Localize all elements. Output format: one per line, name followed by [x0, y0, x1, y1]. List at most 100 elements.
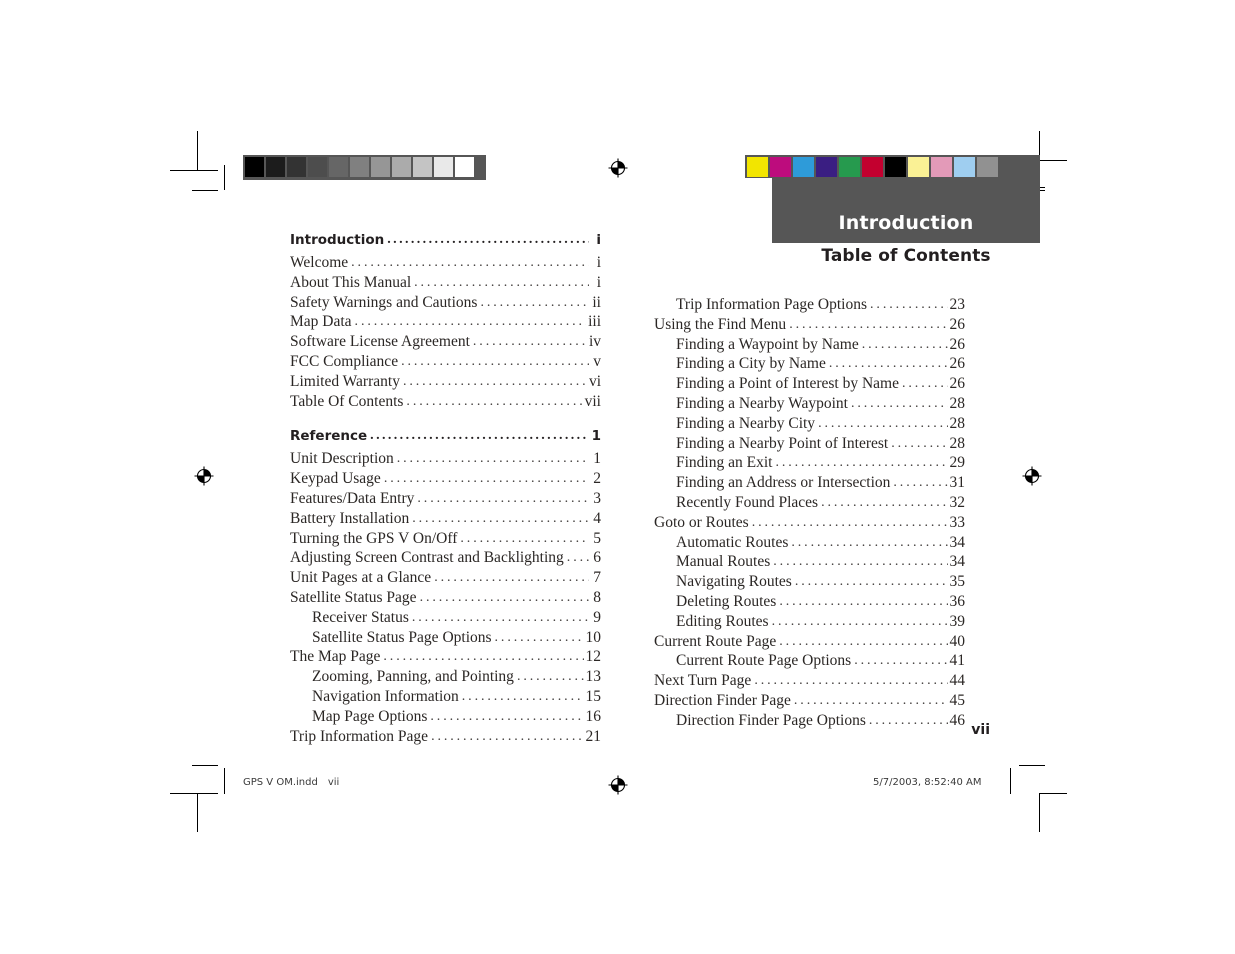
toc-entry-page-number: i [596, 254, 601, 271]
grayscale-swatch [308, 157, 327, 177]
toc-entry[interactable]: Recently Found Places...................… [654, 494, 965, 514]
toc-entry-page-number: 8 [593, 588, 601, 606]
toc-entry-page-number: 32 [949, 493, 966, 511]
toc-entry-page-number: 45 [949, 691, 966, 709]
toc-entry[interactable]: Finding a Nearby Waypoint...............… [654, 395, 965, 415]
grayscale-swatch [392, 157, 411, 177]
section-tab: Introduction [772, 177, 1040, 243]
toc-entry-page-number: 26 [949, 375, 966, 393]
imposition-timestamp: 5/7/2003, 8:52:40 AM [873, 777, 982, 788]
toc-entry-label: Map Page Options [312, 707, 428, 725]
toc-entry-label: Trip Information Page Options [676, 296, 868, 313]
toc-entry[interactable]: Finding an Address or Intersection......… [654, 474, 965, 494]
toc-leader-dots: ........................................… [828, 356, 948, 372]
printed-page-sheet: Introduction Table of Contents Introduct… [0, 0, 1235, 954]
toc-leader-dots: ........................................… [516, 669, 584, 685]
toc-leader-dots: ........................................… [902, 376, 948, 392]
imposition-file-name: GPS V OM.indd [243, 777, 318, 788]
toc-entry[interactable]: Using the Find Menu.....................… [654, 316, 965, 336]
toc-entry-label: Finding a Nearby Point of Interest [676, 434, 889, 452]
toc-entry[interactable]: Map Page Options........................… [290, 708, 601, 728]
toc-entry-label: Finding a Nearby Waypoint [676, 394, 848, 412]
toc-entry[interactable]: Automatic Routes........................… [654, 534, 965, 554]
toc-entry[interactable]: Finding a Nearby Point of Interest......… [654, 435, 965, 455]
toc-entry-label: Finding a City by Name [676, 355, 826, 373]
toc-entry-page-number: 23 [949, 296, 966, 313]
toc-entry[interactable]: Receiver Status.........................… [290, 609, 601, 629]
toc-entry[interactable]: Software License Agreement..............… [290, 333, 601, 353]
toc-entry[interactable]: Direction Finder Page...................… [654, 692, 965, 712]
toc-entry-page-number: 15 [585, 687, 602, 705]
toc-entry-label: Finding a Waypoint by Name [676, 335, 859, 353]
toc-entry[interactable]: Navigation Information..................… [290, 688, 601, 708]
toc-entry[interactable]: Zooming, Panning, and Pointing..........… [290, 668, 601, 688]
toc-leader-dots: ........................................… [430, 708, 584, 724]
color-swatch [770, 157, 791, 177]
toc-entry[interactable]: FCC Compliance..........................… [290, 353, 601, 373]
trim-mark-top-left-horizontal [192, 190, 218, 191]
toc-entry-page-number: 44 [949, 672, 966, 690]
toc-entry[interactable]: Current Route Page Options..............… [654, 652, 965, 672]
toc-entry-page-number: vii [584, 392, 601, 410]
toc-entry[interactable]: Safety Warnings and Cautions............… [290, 294, 601, 314]
toc-entry-page-number: iv [588, 333, 601, 351]
toc-entry-page-number: 39 [949, 612, 966, 630]
page-folio: vii [971, 722, 990, 738]
toc-entry[interactable]: Unit Pages at a Glance..................… [290, 569, 601, 589]
toc-entry-label: Next Turn Page [654, 672, 752, 690]
toc-entry[interactable]: Current Route Page......................… [654, 633, 965, 653]
toc-entry[interactable]: Introduction............................… [290, 230, 601, 251]
toc-entry[interactable]: Satellite Status Page...................… [290, 589, 601, 609]
toc-entry[interactable]: Limited Warranty........................… [290, 373, 601, 393]
toc-entry[interactable]: Finding a City by Name..................… [654, 355, 965, 375]
toc-entry[interactable]: The Map Page............................… [290, 648, 601, 668]
color-swatch [931, 157, 952, 177]
toc-entry-label: Direction Finder Page [654, 691, 791, 709]
toc-entry[interactable]: Welcome.................................… [290, 254, 601, 274]
toc-entry-page-number: 28 [949, 414, 966, 432]
toc-entry-page-number: 10 [585, 628, 602, 646]
toc-entry-label: Unit Description [290, 450, 394, 468]
toc-entry-label: Current Route Page [654, 632, 777, 650]
toc-entry-label: Battery Installation [290, 509, 410, 527]
toc-leader-dots: ........................................… [417, 490, 589, 506]
toc-entry[interactable]: Deleting Routes.........................… [654, 593, 965, 613]
toc-entry[interactable]: Navigating Routes.......................… [654, 573, 965, 593]
toc-entry[interactable]: About This Manual.......................… [290, 274, 601, 294]
toc-entry[interactable]: Table Of Contents.......................… [290, 393, 601, 413]
toc-leader-dots: ........................................… [794, 574, 948, 590]
toc-entry[interactable]: Next Turn Page..........................… [654, 672, 965, 692]
toc-entry[interactable]: Finding a Waypoint by Name..............… [654, 336, 965, 356]
toc-entry-label: Goto or Routes [654, 513, 749, 531]
registration-target-icon [1022, 466, 1042, 486]
toc-leader-dots: ........................................… [779, 633, 947, 649]
toc-entry[interactable]: Unit Description........................… [290, 450, 601, 470]
toc-entry-page-number: 34 [949, 533, 966, 551]
toc-entry[interactable]: Finding a Point of Interest by Name.....… [654, 375, 965, 395]
toc-leader-dots: ........................................… [775, 455, 947, 471]
toc-entry[interactable]: Goto or Routes..........................… [654, 514, 965, 534]
toc-entry-page-number: 26 [949, 355, 966, 373]
toc-entry[interactable]: Editing Routes..........................… [654, 613, 965, 633]
crop-mark-top-left-horizontal [170, 170, 218, 171]
toc-entry[interactable]: Manual Routes...........................… [654, 553, 965, 573]
toc-entry[interactable]: Keypad Usage............................… [290, 470, 601, 490]
toc-entry[interactable]: Finding a Nearby City...................… [654, 415, 965, 435]
toc-entry[interactable]: Satellite Status Page Options...........… [290, 629, 601, 649]
toc-leader-dots: ........................................… [354, 314, 587, 330]
grayscale-swatch [455, 157, 474, 177]
toc-entry[interactable]: Trip Information Page Options...........… [654, 296, 965, 316]
toc-entry[interactable]: Map Data................................… [290, 313, 601, 333]
toc-entry-label: Direction Finder Page Options [676, 711, 866, 729]
toc-entry[interactable]: Turning the GPS V On/Off................… [290, 530, 601, 550]
toc-entry[interactable]: Battery Installation....................… [290, 510, 601, 530]
toc-entry-label: Finding an Address or Intersection [676, 474, 891, 492]
toc-entry[interactable]: Trip Information Page...................… [290, 728, 601, 748]
toc-entry[interactable]: Finding an Exit.........................… [654, 454, 965, 474]
toc-leader-dots: ........................................… [383, 471, 589, 487]
toc-leader-dots: ........................................… [771, 613, 948, 629]
toc-entry-page-number: 28 [949, 434, 966, 452]
toc-entry[interactable]: Features/Data Entry.....................… [290, 490, 601, 510]
toc-entry[interactable]: Reference...............................… [290, 426, 601, 447]
toc-entry[interactable]: Adjusting Screen Contrast and Backlighti… [290, 549, 601, 569]
